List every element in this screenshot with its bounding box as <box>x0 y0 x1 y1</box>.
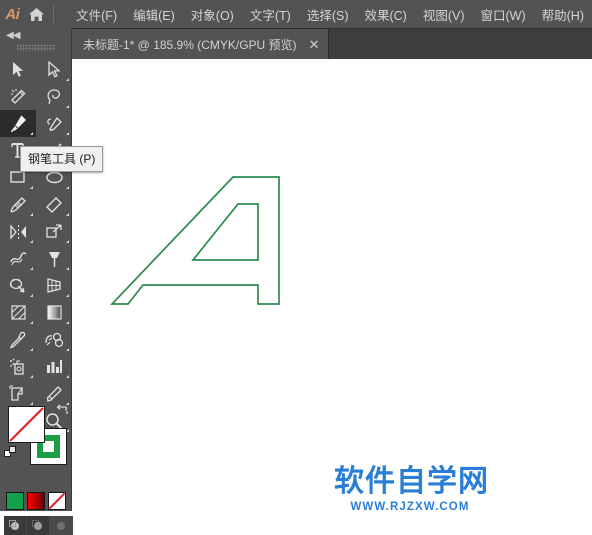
tool-group-indicator <box>66 105 69 108</box>
menu-item-list: 文件(F) 编辑(E) 对象(O) 文字(T) 选择(S) 效果(C) 视图(V… <box>60 0 592 28</box>
tool-group-indicator <box>66 132 69 135</box>
menu-item-view[interactable]: 视图(V) <box>415 1 473 28</box>
menu-item-window[interactable]: 窗口(W) <box>473 1 534 28</box>
close-icon[interactable]: ✕ <box>309 38 320 51</box>
home-icon[interactable] <box>25 0 50 28</box>
menu-item-object[interactable]: 对象(O) <box>183 1 242 28</box>
panel-drag-handle[interactable] <box>0 42 71 54</box>
tool-mesh[interactable] <box>0 299 36 326</box>
canvas-area[interactable]: 软件自学网 WWW.RJZXW.COM <box>72 59 592 511</box>
tool-group-indicator <box>66 348 69 351</box>
tool-column-graph[interactable] <box>36 353 72 380</box>
tool-slice[interactable] <box>36 380 72 407</box>
menu-item-type[interactable]: 文字(T) <box>242 1 299 28</box>
tool-reflect[interactable] <box>0 218 36 245</box>
draw-inside-button[interactable] <box>50 516 73 535</box>
tool-group-indicator <box>66 78 69 81</box>
tool-direct-selection[interactable] <box>36 56 72 83</box>
tool-gradient[interactable] <box>36 299 72 326</box>
tool-group-indicator <box>30 240 33 243</box>
tool-symbol-sprayer[interactable] <box>0 353 36 380</box>
app-logo-icon: Ai <box>5 5 20 23</box>
tool-width[interactable] <box>0 245 36 272</box>
tool-pen[interactable] <box>0 110 36 137</box>
menu-item-effect[interactable]: 效果(C) <box>356 1 414 28</box>
none-swatch-button[interactable] <box>48 492 66 510</box>
tool-curvature[interactable] <box>36 110 72 137</box>
menu-item-file[interactable]: 文件(F) <box>68 1 125 28</box>
tool-group-indicator <box>30 186 33 189</box>
letter-a-outer-path <box>110 176 280 305</box>
tool-lasso[interactable] <box>36 83 72 110</box>
fill-swatch[interactable] <box>8 406 45 443</box>
menu-bar: Ai 文件(F) 编辑(E) 对象(O) 文字(T) 选择(S) 效果(C) 视… <box>0 0 592 28</box>
menu-divider <box>53 5 55 23</box>
tool-group-indicator <box>66 240 69 243</box>
drawing-mode-buttons <box>4 516 73 535</box>
illustrator-window: Ai 文件(F) 编辑(E) 对象(O) 文字(T) 选择(S) 效果(C) 视… <box>0 0 592 535</box>
tool-group-indicator <box>66 321 69 324</box>
tool-group-indicator <box>66 294 69 297</box>
tool-group-indicator <box>66 213 69 216</box>
no-fill-indicator <box>9 407 44 442</box>
swap-fill-stroke-icon[interactable] <box>56 404 69 422</box>
letter-a-counter-path <box>191 203 259 261</box>
tool-magic-wand[interactable] <box>0 83 36 110</box>
tool-blend[interactable] <box>36 326 72 353</box>
artwork-letter-a <box>110 176 280 305</box>
tool-selection[interactable] <box>0 56 36 83</box>
tools-panel: ◀◀ <box>0 28 73 535</box>
gradient-swatch-button[interactable] <box>27 492 45 510</box>
tool-group-indicator <box>30 267 33 270</box>
tool-artboard[interactable] <box>0 380 36 407</box>
draw-behind-button[interactable] <box>27 516 50 535</box>
tool-shaper[interactable] <box>36 191 72 218</box>
tool-eyedropper[interactable] <box>0 326 36 353</box>
tool-group-indicator <box>30 348 33 351</box>
watermark-chinese: 软件自学网 <box>334 464 489 499</box>
tool-free-transform[interactable] <box>36 245 72 272</box>
watermark: 软件自学网 WWW.RJZXW.COM <box>334 464 489 512</box>
tool-paintbrush[interactable] <box>0 191 36 218</box>
tool-group-indicator <box>30 213 33 216</box>
tool-scale[interactable] <box>36 218 72 245</box>
tool-group-indicator <box>30 321 33 324</box>
menu-item-help[interactable]: 帮助(H) <box>534 1 592 28</box>
draw-normal-button[interactable] <box>4 516 27 535</box>
tool-group-indicator <box>30 294 33 297</box>
tool-group-indicator <box>66 375 69 378</box>
tool-group-indicator <box>66 186 69 189</box>
quick-color-swatches <box>6 492 66 510</box>
default-fill-stroke-icon[interactable] <box>4 446 18 465</box>
collapse-panel-icon[interactable]: ◀◀ <box>0 28 71 42</box>
tool-group-indicator <box>66 267 69 270</box>
watermark-url: WWW.RJZXW.COM <box>350 501 470 511</box>
tool-group-indicator <box>30 132 33 135</box>
tool-grid <box>0 56 71 434</box>
document-tab-bar: 未标题-1* @ 185.9% (CMYK/GPU 预览) ✕ <box>0 28 592 60</box>
document-tab[interactable]: 未标题-1* @ 185.9% (CMYK/GPU 预览) ✕ <box>72 29 330 60</box>
document-tab-title: 未标题-1* @ 185.9% (CMYK/GPU 预览) <box>83 38 297 52</box>
tool-tooltip: 钢笔工具 (P) <box>20 146 104 172</box>
menu-item-edit[interactable]: 编辑(E) <box>125 1 183 28</box>
tool-group-indicator <box>30 402 33 405</box>
tool-shape-builder[interactable] <box>0 272 36 299</box>
tool-perspective-grid[interactable] <box>36 272 72 299</box>
tool-group-indicator <box>30 375 33 378</box>
menu-item-select[interactable]: 选择(S) <box>299 1 357 28</box>
fill-stroke-controls <box>4 404 69 468</box>
color-swatch-button[interactable] <box>6 492 24 510</box>
